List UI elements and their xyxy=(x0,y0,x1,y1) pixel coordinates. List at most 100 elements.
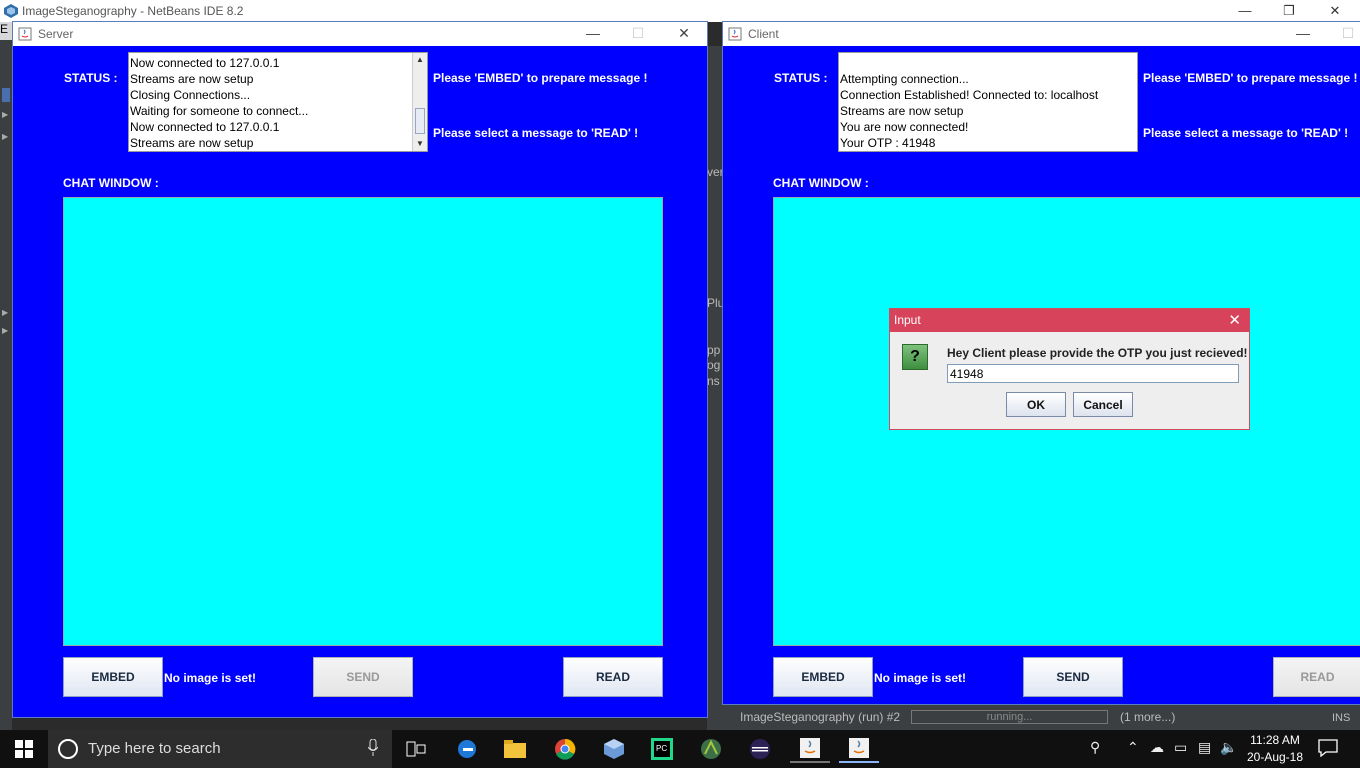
java-icon xyxy=(728,27,742,41)
notification-icon[interactable] xyxy=(1318,739,1338,757)
minimize-icon[interactable]: — xyxy=(1280,25,1326,41)
progress-text: running... xyxy=(986,711,1033,723)
minimize-icon[interactable]: — xyxy=(1222,3,1268,18)
editor-fragment: ns xyxy=(707,374,720,388)
pycharm-icon[interactable]: PC xyxy=(642,735,682,763)
embed-button[interactable]: EMBED xyxy=(773,657,873,697)
server-title: Server xyxy=(38,27,74,41)
svg-text:PC: PC xyxy=(656,744,667,753)
cortana-icon[interactable] xyxy=(58,739,78,759)
dialog-title: Input xyxy=(894,313,921,327)
input-dialog: Input ✕ ? Hey Client please provide the … xyxy=(889,308,1250,430)
netbeans-icon xyxy=(4,4,18,18)
netbeans-editor-strip: ver Plu pp og ns xyxy=(707,46,723,730)
clock[interactable]: 11:28 AM 20-Aug-18 xyxy=(1240,732,1310,766)
people-icon[interactable]: ⚲ xyxy=(1090,739,1100,756)
sidebar-tab[interactable] xyxy=(2,88,10,102)
battery-icon[interactable]: ▭ xyxy=(1174,739,1187,756)
scroll-up-icon[interactable]: ▲ xyxy=(413,53,427,67)
dialog-message: Hey Client please provide the OTP you ju… xyxy=(947,346,1248,360)
maximize-icon[interactable]: ☐ xyxy=(615,25,661,42)
status-line: You are now connected! xyxy=(840,120,969,134)
java-icon[interactable] xyxy=(839,735,879,763)
search-box[interactable]: Type here to search xyxy=(48,730,392,768)
onedrive-icon[interactable]: ☁ xyxy=(1150,739,1164,756)
expand-icon[interactable]: ▶ xyxy=(2,308,8,317)
running-task[interactable]: ImageSteganography (run) #2 xyxy=(740,710,900,724)
task-view-icon[interactable] xyxy=(396,735,436,763)
status-line: Streams are now setup xyxy=(130,136,254,150)
close-icon[interactable]: ✕ xyxy=(661,25,707,42)
microphone-icon[interactable] xyxy=(368,739,378,757)
volume-icon[interactable]: 🔈 xyxy=(1220,739,1237,756)
clock-time: 11:28 AM xyxy=(1250,733,1300,747)
status-label: STATUS : xyxy=(774,71,828,85)
scroll-down-icon[interactable]: ▼ xyxy=(413,137,427,151)
send-button[interactable]: SEND xyxy=(313,657,413,697)
java-icon xyxy=(18,27,32,41)
cancel-button[interactable]: Cancel xyxy=(1073,392,1133,417)
network-icon[interactable]: ▤ xyxy=(1198,739,1211,756)
expand-icon[interactable]: ▶ xyxy=(2,326,8,335)
maximize-icon[interactable]: ☐ xyxy=(1325,25,1360,42)
chrome-icon[interactable] xyxy=(545,735,585,763)
status-log[interactable]: Now connected to 127.0.0.1 Streams are n… xyxy=(128,52,428,152)
insert-mode: INS xyxy=(1332,712,1351,724)
status-line: Attempting connection... xyxy=(840,72,969,86)
chevron-up-icon[interactable]: ⌃ xyxy=(1127,739,1139,756)
clock-date: 20-Aug-18 xyxy=(1246,750,1304,764)
embed-hint: Please 'EMBED' to prepare message ! xyxy=(433,71,648,85)
read-hint: Please select a message to 'READ' ! xyxy=(433,126,639,140)
expand-icon[interactable]: ▶ xyxy=(2,110,8,119)
editor-fragment: ver xyxy=(707,165,723,179)
status-line: Waiting for someone to connect... xyxy=(130,104,309,118)
send-button[interactable]: SEND xyxy=(1023,657,1123,697)
status-line: Your OTP : 41948 xyxy=(840,136,936,150)
start-button[interactable] xyxy=(0,730,48,768)
windows-icon xyxy=(15,740,33,758)
chat-window-label: CHAT WINDOW : xyxy=(63,176,159,190)
editor-fragment: pp xyxy=(707,343,721,357)
read-button[interactable]: READ xyxy=(563,657,663,697)
java-icon[interactable] xyxy=(790,735,830,763)
scroll-thumb[interactable] xyxy=(415,108,425,134)
server-window: Server — ☐ ✕ STATUS : Now connected to 1… xyxy=(12,21,708,718)
status-line: Closing Connections... xyxy=(130,88,251,102)
server-titlebar[interactable]: Server — ☐ ✕ xyxy=(13,22,707,46)
status-line: Now connected to 127.0.0.1 xyxy=(130,56,280,70)
embed-button[interactable]: EMBED xyxy=(63,657,163,697)
more-tasks[interactable]: (1 more...) xyxy=(1120,710,1175,724)
netbeans-status-bar: ImageSteganography (run) #2 running... (… xyxy=(723,705,1360,730)
search-placeholder: Type here to search xyxy=(88,740,221,757)
client-titlebar[interactable]: Client — ☐ xyxy=(723,22,1360,46)
status-line: Connection Established! Connected to: lo… xyxy=(840,88,1099,102)
ok-button[interactable]: OK xyxy=(1006,392,1066,417)
image-status: No image is set! xyxy=(164,671,257,685)
chat-window[interactable] xyxy=(63,197,663,646)
read-button[interactable]: READ xyxy=(1273,657,1360,697)
close-icon[interactable]: ✕ xyxy=(1312,3,1358,19)
taskbar: Type here to search PC ⚲ ⌃ ☁ ▭ ▤ 🔈 11:28… xyxy=(0,730,1360,768)
close-icon[interactable]: ✕ xyxy=(1228,311,1241,329)
server-content: STATUS : Now connected to 127.0.0.1 Stre… xyxy=(13,46,707,717)
status-log[interactable]: Attempting connection... Connection Esta… xyxy=(838,52,1138,152)
status-scrollbar[interactable]: ▲ ▼ xyxy=(412,53,427,151)
image-status: No image is set! xyxy=(874,671,967,685)
netbeans-sidebar: ▶ ▶ ▶ ▶ xyxy=(0,40,12,730)
android-studio-icon[interactable] xyxy=(691,735,731,763)
dialog-titlebar[interactable]: Input ✕ xyxy=(890,309,1249,332)
netbeans-menu-fragment[interactable]: E xyxy=(0,22,12,40)
restore-icon[interactable]: ❐ xyxy=(1266,3,1312,19)
minimize-icon[interactable]: — xyxy=(570,25,616,41)
eclipse-icon[interactable] xyxy=(740,735,780,763)
embed-hint: Please 'EMBED' to prepare message ! xyxy=(1143,71,1358,85)
status-line: Streams are now setup xyxy=(130,72,254,86)
file-explorer-icon[interactable] xyxy=(495,735,535,763)
virtualbox-icon[interactable] xyxy=(594,735,634,763)
otp-input[interactable] xyxy=(947,364,1239,383)
editor-fragment: Plu xyxy=(707,296,723,310)
expand-icon[interactable]: ▶ xyxy=(2,132,8,141)
netbeans-titlebar: ImageSteganography - NetBeans IDE 8.2 — … xyxy=(0,0,1360,22)
edge-icon[interactable] xyxy=(447,735,487,763)
question-icon: ? xyxy=(902,344,928,370)
